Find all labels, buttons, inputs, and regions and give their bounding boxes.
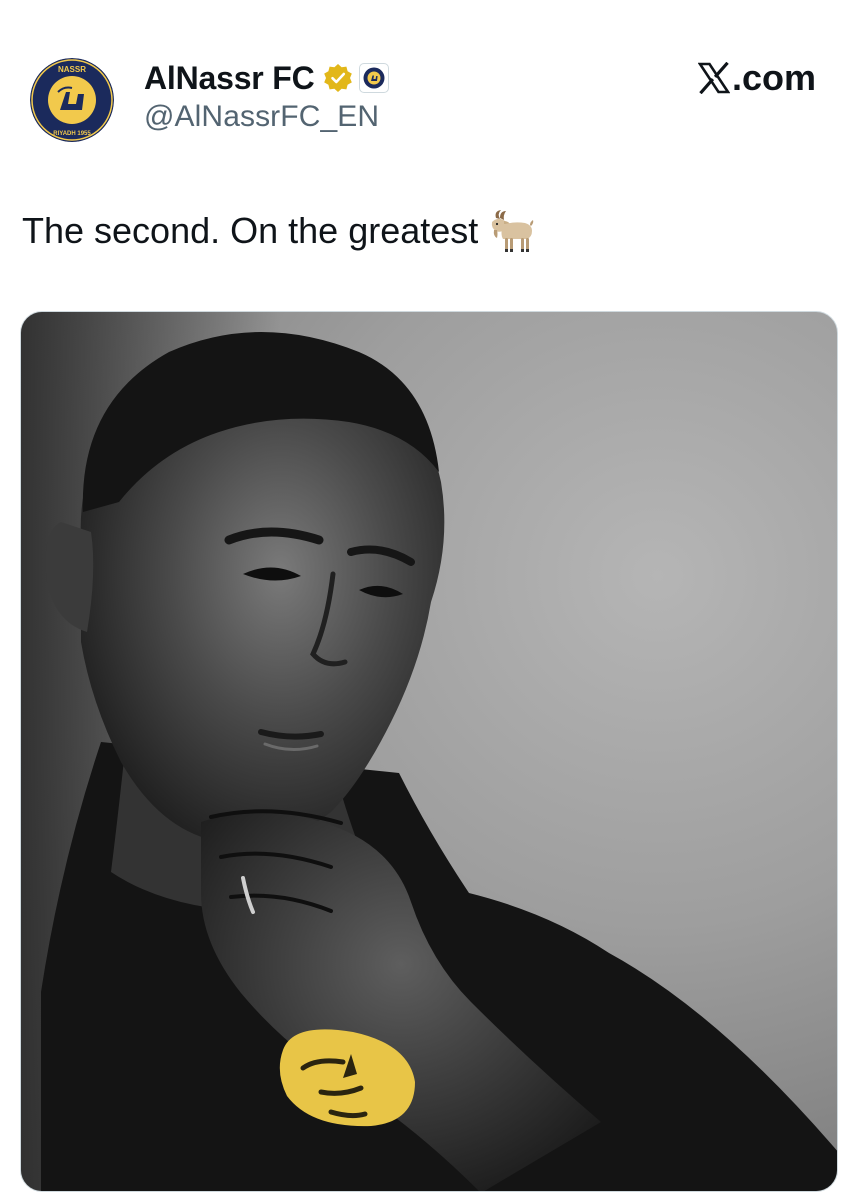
account-name-row: AlNassr FC xyxy=(144,56,389,100)
player-portrait-illustration xyxy=(21,312,837,1191)
alnassr-affiliate-badge-icon xyxy=(363,67,385,89)
alnassr-crest-icon: NASSR RIYADH 1955 xyxy=(30,58,114,142)
tweet-card: NASSR RIYADH 1955 AlNassr FC @AlNassrFC_… xyxy=(0,0,858,1200)
tweet-media-photo[interactable] xyxy=(20,311,838,1192)
x-logo-icon xyxy=(697,62,730,94)
account-avatar[interactable]: NASSR RIYADH 1955 xyxy=(30,58,114,142)
goat-emoji-icon xyxy=(492,210,534,252)
source-label: .com xyxy=(697,56,816,100)
tweet-text: The second. On the greatest xyxy=(22,208,534,254)
source-domain-text: .com xyxy=(731,57,816,98)
account-display-name[interactable]: AlNassr FC xyxy=(144,60,315,97)
account-handle[interactable]: @AlNassrFC_EN xyxy=(144,100,379,134)
svg-text:NASSR: NASSR xyxy=(58,65,86,74)
gold-verified-badge-icon xyxy=(323,64,352,92)
svg-text:RIYADH 1955: RIYADH 1955 xyxy=(53,131,91,137)
tweet-text-content: The second. On the greatest xyxy=(22,210,479,251)
affiliate-badge[interactable] xyxy=(358,63,389,93)
